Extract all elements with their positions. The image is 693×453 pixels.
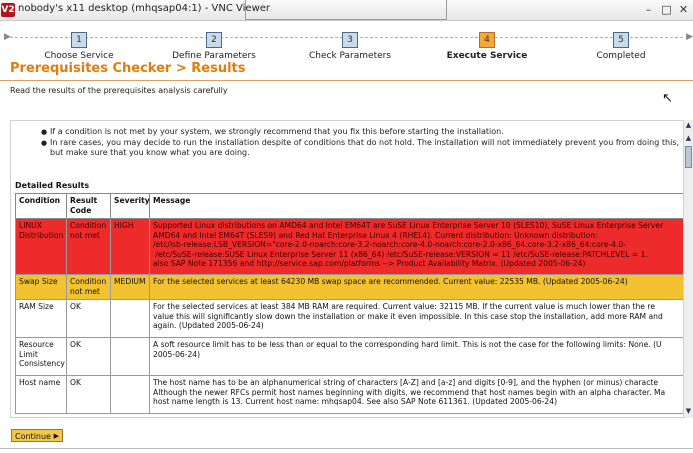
title-divider <box>0 80 693 81</box>
severity-cell: MEDIUM <box>110 274 150 300</box>
condition-cell: RAM Size <box>15 299 67 338</box>
scroll-up-icon[interactable]: ▲ <box>684 120 693 130</box>
detailed-results-heading: Detailed Results <box>15 181 90 190</box>
scrollbar-thumb[interactable] <box>685 146 692 168</box>
column-header-severity: Severity <box>110 193 150 219</box>
scroll-up-icon[interactable]: ▲ <box>684 133 693 143</box>
wizard-step-define-parameters: 2 Define Parameters <box>154 27 274 61</box>
step-label: Check Parameters <box>308 51 392 61</box>
condition-cell: LINUX Distribution <box>15 218 67 275</box>
table-row: RAM Size OK For the selected services at… <box>15 299 683 338</box>
vertical-scrollbar[interactable]: ▲ ▲ ▼ <box>684 120 693 418</box>
window-titlebar: V2 nobody's x11 desktop (mhqsap04:1) - V… <box>0 0 693 21</box>
note-item: If a condition is not met by your system… <box>41 127 681 137</box>
continue-button[interactable]: Continue ▶ <box>11 429 63 442</box>
result-code-cell: OK <box>66 299 111 338</box>
continue-label: Continue <box>15 432 51 441</box>
page-title: Prerequisites Checker > Results <box>10 61 246 76</box>
result-code-cell: Condition not met <box>66 274 111 300</box>
step-label: Define Parameters <box>172 51 256 61</box>
table-row: Swap Size Condition not met MEDIUM For t… <box>15 274 683 300</box>
mouse-pointer-icon: ↖ <box>662 91 673 106</box>
wizard-step-check-parameters: 3 Check Parameters <box>290 27 410 61</box>
condition-cell: Host name <box>15 375 67 414</box>
step-number: 1 <box>71 32 87 48</box>
wizard-step-choose-service: 1 Choose Service <box>19 27 139 61</box>
column-header-message: Message <box>149 193 683 219</box>
results-table: Condition Result Code Severity Message L… <box>15 193 683 414</box>
step-number: 4 <box>479 32 495 48</box>
table-header-row: Condition Result Code Severity Message <box>15 193 683 219</box>
minimize-button[interactable]: – <box>640 1 657 18</box>
titlebar-separator <box>245 0 447 20</box>
severity-cell <box>110 299 150 338</box>
severity-cell: HIGH <box>110 218 150 275</box>
severity-cell <box>110 337 150 376</box>
step-label: Choose Service <box>44 51 114 61</box>
message-cell: Supported Linux distributions on AMD64 a… <box>149 218 683 275</box>
message-cell: A soft resource limit has to be less tha… <box>149 337 683 376</box>
step-number: 2 <box>206 32 222 48</box>
message-cell: For the selected services at least 384 M… <box>149 299 683 338</box>
result-code-cell: OK <box>66 337 111 376</box>
step-number: 3 <box>342 32 358 48</box>
step-label: Completed <box>596 51 646 61</box>
wizard-step-execute-service: 4 Execute Service <box>427 27 547 61</box>
result-code-cell: OK <box>66 375 111 414</box>
close-button[interactable]: ✕ <box>675 1 692 18</box>
table-row: LINUX Distribution Condition not met HIG… <box>15 218 683 275</box>
wizard-steps: ▶ ▶ 1 Choose Service 2 Define Parameters… <box>0 21 693 61</box>
step-number: 5 <box>613 32 629 48</box>
table-row: Resource Limit Consistency OK A soft res… <box>15 337 683 376</box>
wizard-step-completed: 5 Completed <box>561 27 681 61</box>
message-cell: The host name has to be an alphanumerica… <box>149 375 683 414</box>
message-cell: For the selected services at least 64230… <box>149 274 683 300</box>
note-item: In rare cases, you may decide to run the… <box>41 138 681 158</box>
table-row: Host name OK The host name has to be an … <box>15 375 683 414</box>
condition-cell: Resource Limit Consistency <box>15 337 67 376</box>
arrow-right-icon: ▶ <box>686 32 693 42</box>
column-header-condition: Condition <box>15 193 67 219</box>
arrow-right-icon: ▶ <box>53 432 59 440</box>
bottom-divider <box>0 448 693 449</box>
page-instruction: Read the results of the prerequisites an… <box>10 86 228 95</box>
severity-cell <box>110 375 150 414</box>
condition-cell: Swap Size <box>15 274 67 300</box>
step-label: Execute Service <box>446 51 528 61</box>
maximize-button[interactable]: □ <box>658 1 675 18</box>
notes-list: If a condition is not met by your system… <box>41 127 681 159</box>
result-code-cell: Condition not met <box>66 218 111 275</box>
scroll-down-icon[interactable]: ▼ <box>684 406 693 416</box>
arrow-right-icon: ▶ <box>4 32 11 42</box>
column-header-result-code: Result Code <box>66 193 111 219</box>
window-title: nobody's x11 desktop (mhqsap04:1) - VNC … <box>18 3 271 14</box>
results-panel: If a condition is not met by your system… <box>10 120 684 418</box>
vnc-logo-icon: V2 <box>1 3 15 17</box>
